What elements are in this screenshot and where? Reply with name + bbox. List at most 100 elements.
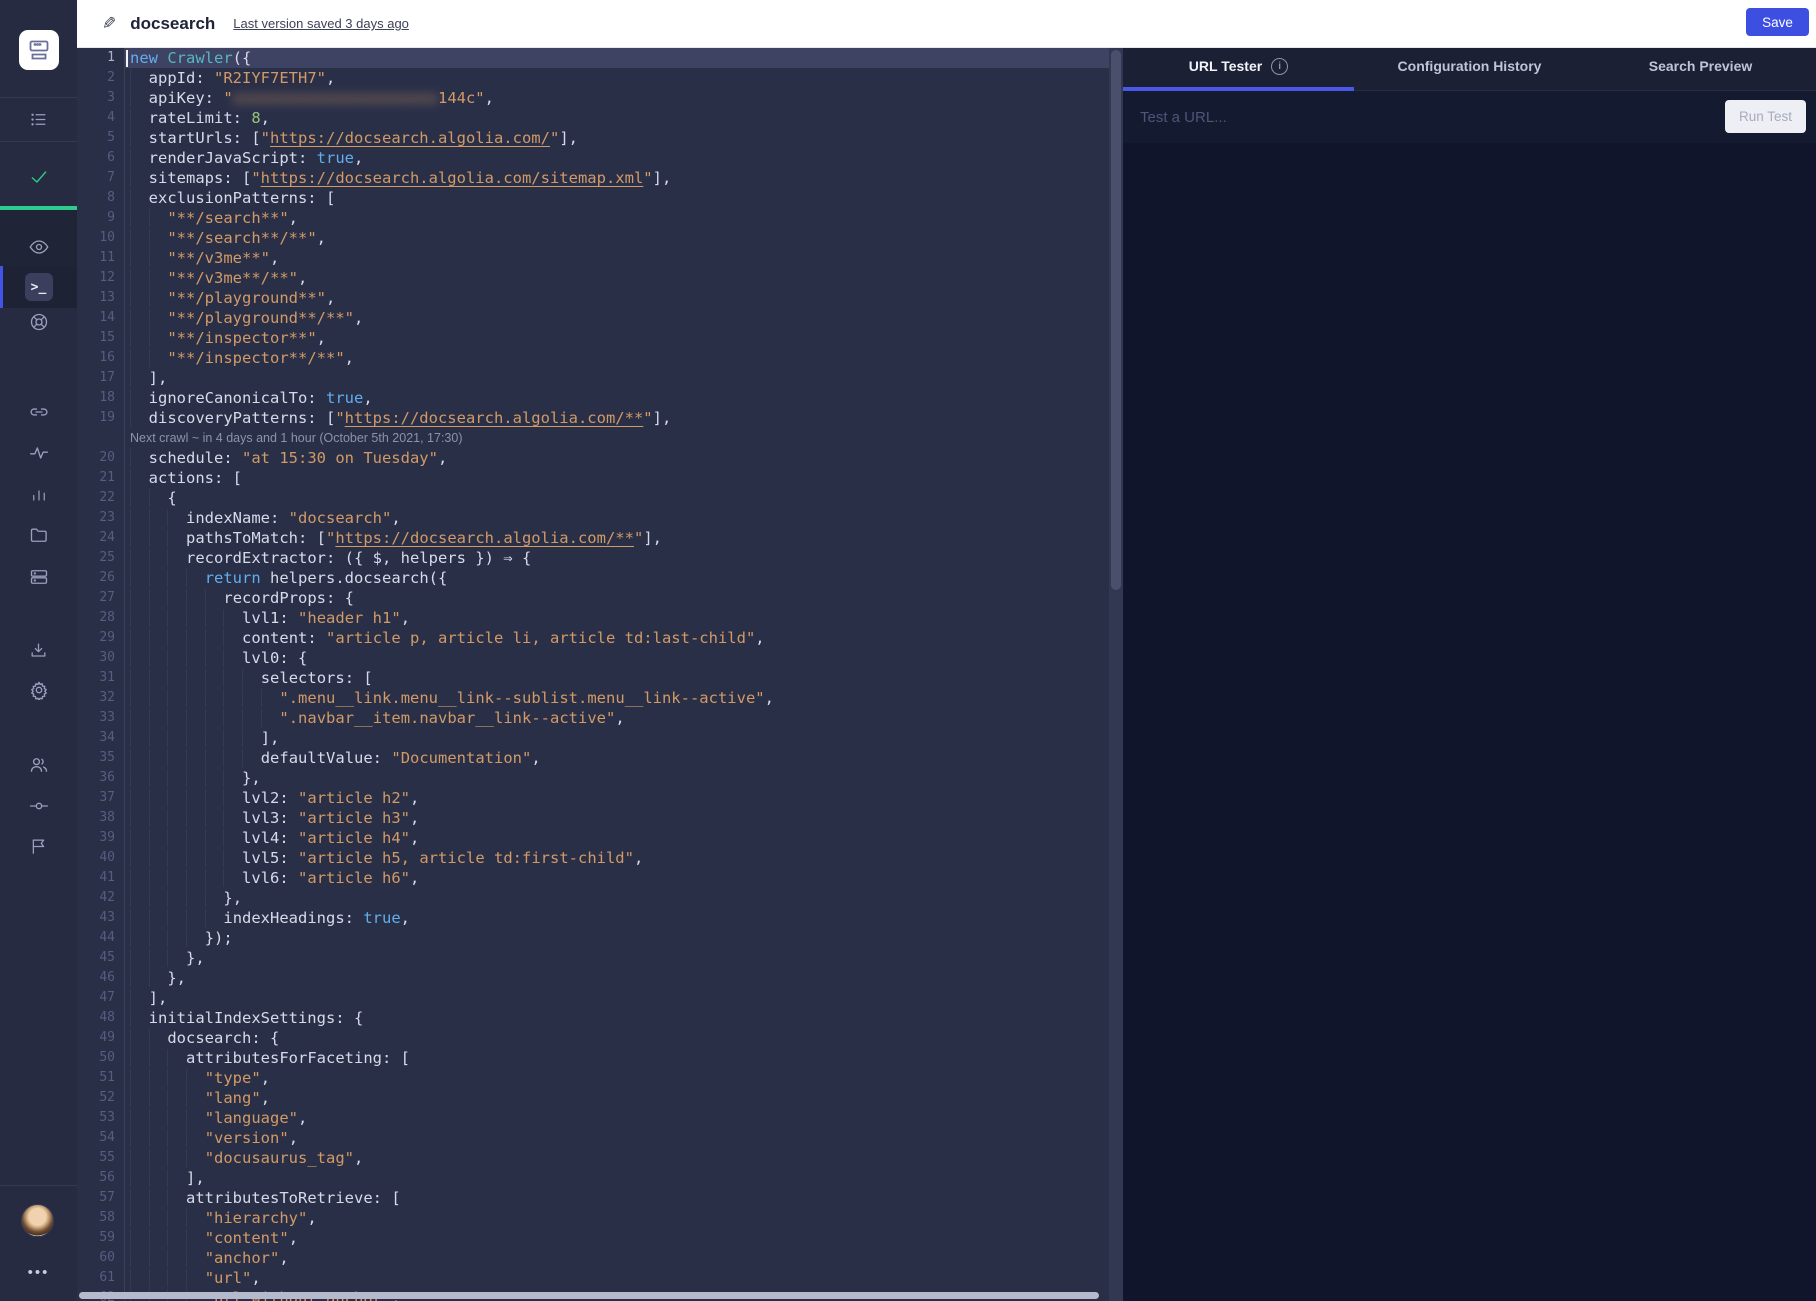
app-logo[interactable]	[19, 30, 59, 70]
code-line-28[interactable]: 28 lvl1: "header h1",	[77, 608, 1109, 628]
vertical-scrollbar-thumb[interactable]	[1111, 50, 1121, 590]
code-line-55[interactable]: 55 "docusaurus_tag",	[77, 1148, 1109, 1168]
code-line-7[interactable]: 7 sitemaps: ["https://docsearch.algolia.…	[77, 168, 1109, 188]
code-line-53[interactable]: 53 "language",	[77, 1108, 1109, 1128]
user-avatar[interactable]	[21, 1204, 54, 1237]
code-line-26[interactable]: 26 return helpers.docsearch({	[77, 568, 1109, 588]
code-line-48[interactable]: 48 initialIndexSettings: {	[77, 1008, 1109, 1028]
edit-name-pencil-icon[interactable]: ✎	[102, 14, 116, 34]
sidebar-item-link[interactable]	[0, 392, 77, 432]
code-line-21[interactable]: 21 actions: [	[77, 468, 1109, 488]
code-line-35[interactable]: 35 defaultValue: "Documentation",	[77, 748, 1109, 768]
code-line-54[interactable]: 54 "version",	[77, 1128, 1109, 1148]
code-line-43[interactable]: 43 indexHeadings: true,	[77, 908, 1109, 928]
save-button[interactable]: Save	[1746, 8, 1809, 36]
code-text: defaultValue: "Documentation",	[125, 748, 1109, 768]
line-number: 32	[77, 688, 125, 708]
code-line-3[interactable]: 3 apiKey: "xxxxxxxxxxxxxxxxxxxxxx144c",	[77, 88, 1109, 108]
code-line-9[interactable]: 9 "**/search**",	[77, 208, 1109, 228]
last-version-link[interactable]: Last version saved 3 days ago	[233, 16, 409, 31]
sidebar-item-flag[interactable]	[0, 826, 77, 866]
code-line-30[interactable]: 30 lvl0: {	[77, 648, 1109, 668]
code-line-61[interactable]: 61 "url",	[77, 1268, 1109, 1288]
code-text: recordExtractor: ({ $, helpers }) ⇒ {	[125, 548, 1109, 568]
code-line-37[interactable]: 37 lvl2: "article h2",	[77, 788, 1109, 808]
sidebar-item-download[interactable]	[0, 630, 77, 670]
sidebar-item-lifebuoy[interactable]	[0, 302, 77, 342]
code-line-29[interactable]: 29 content: "article p, article li, arti…	[77, 628, 1109, 648]
sidebar-item-list[interactable]	[0, 99, 77, 139]
code-line-44[interactable]: 44 });	[77, 928, 1109, 948]
tab-url-tester[interactable]: URL Testeri	[1123, 42, 1354, 90]
sidebar-item-users[interactable]	[0, 745, 77, 785]
info-icon[interactable]: i	[1271, 58, 1288, 75]
code-line-5[interactable]: 5 startUrls: ["https://docsearch.algolia…	[77, 128, 1109, 148]
sidebar-item-gear[interactable]	[0, 670, 77, 710]
code-line-15[interactable]: 15 "**/inspector**",	[77, 328, 1109, 348]
sidebar-item-terminal[interactable]: >_	[0, 267, 77, 307]
sidebar-item-check[interactable]	[0, 157, 77, 197]
code-line-12[interactable]: 12 "**/v3me**/**",	[77, 268, 1109, 288]
code-line-24[interactable]: 24 pathsToMatch: ["https://docsearch.alg…	[77, 528, 1109, 548]
test-url-input[interactable]	[1140, 91, 1700, 143]
code-line-45[interactable]: 45 },	[77, 948, 1109, 968]
code-line-56[interactable]: 56 ],	[77, 1168, 1109, 1188]
code-line-49[interactable]: 49 docsearch: {	[77, 1028, 1109, 1048]
code-line-47[interactable]: 47 ],	[77, 988, 1109, 1008]
editor-horizontal-scrollbar[interactable]	[79, 1292, 1099, 1299]
code-line-32[interactable]: 32 ".menu__link.menu__link--sublist.menu…	[77, 688, 1109, 708]
code-line-25[interactable]: 25 recordExtractor: ({ $, helpers }) ⇒ {	[77, 548, 1109, 568]
panel-tab-bar: URL TesteriConfiguration HistorySearch P…	[1123, 42, 1816, 91]
code-line-11[interactable]: 11 "**/v3me**",	[77, 248, 1109, 268]
code-line-2[interactable]: 2 appId: "R2IYF7ETH7",	[77, 68, 1109, 88]
code-line-41[interactable]: 41 lvl6: "article h6",	[77, 868, 1109, 888]
code-line-10[interactable]: 10 "**/search**/**",	[77, 228, 1109, 248]
code-line-51[interactable]: 51 "type",	[77, 1068, 1109, 1088]
code-line-59[interactable]: 59 "content",	[77, 1228, 1109, 1248]
code-line-42[interactable]: 42 },	[77, 888, 1109, 908]
code-line-27[interactable]: 27 recordProps: {	[77, 588, 1109, 608]
code-line-23[interactable]: 23 indexName: "docsearch",	[77, 508, 1109, 528]
code-line-4[interactable]: 4 rateLimit: 8,	[77, 108, 1109, 128]
tab-search-preview[interactable]: Search Preview	[1585, 42, 1816, 90]
tab-configuration-history[interactable]: Configuration History	[1354, 42, 1585, 90]
code-line-60[interactable]: 60 "anchor",	[77, 1248, 1109, 1268]
code-line-22[interactable]: 22 {	[77, 488, 1109, 508]
code-line-50[interactable]: 50 attributesForFaceting: [	[77, 1048, 1109, 1068]
code-line-16[interactable]: 16 "**/inspector**/**",	[77, 348, 1109, 368]
code-line-13[interactable]: 13 "**/playground**",	[77, 288, 1109, 308]
code-line-57[interactable]: 57 attributesToRetrieve: [	[77, 1188, 1109, 1208]
code-editor[interactable]: 1new Crawler({2 appId: "R2IYF7ETH7",3 ap…	[77, 48, 1123, 1301]
sidebar-item-git-commit[interactable]	[0, 786, 77, 826]
code-text: "**/v3me**",	[125, 248, 1109, 268]
code-line-34[interactable]: 34 ],	[77, 728, 1109, 748]
code-text: ".navbar__item.navbar__link--active",	[125, 708, 1109, 728]
code-line-20[interactable]: 20 schedule: "at 15:30 on Tuesday",	[77, 448, 1109, 468]
code-line-36[interactable]: 36 },	[77, 768, 1109, 788]
sidebar-item-activity[interactable]	[0, 433, 77, 473]
sidebar-item-folder[interactable]	[0, 515, 77, 555]
sidebar-divider	[0, 141, 77, 142]
code-line-17[interactable]: 17 ],	[77, 368, 1109, 388]
code-line-33[interactable]: 33 ".navbar__item.navbar__link--active",	[77, 708, 1109, 728]
run-test-button[interactable]: Run Test	[1725, 100, 1806, 133]
sidebar-item-bar-chart[interactable]	[0, 474, 77, 514]
code-line-19[interactable]: 19 discoveryPatterns: ["https://docsearc…	[77, 408, 1109, 428]
sidebar-overflow-menu[interactable]: •••	[0, 1264, 77, 1281]
code-line-38[interactable]: 38 lvl3: "article h3",	[77, 808, 1109, 828]
code-line-31[interactable]: 31 selectors: [	[77, 668, 1109, 688]
code-line-39[interactable]: 39 lvl4: "article h4",	[77, 828, 1109, 848]
code-line-18[interactable]: 18 ignoreCanonicalTo: true,	[77, 388, 1109, 408]
sidebar-item-server[interactable]	[0, 557, 77, 597]
code-line-14[interactable]: 14 "**/playground**/**",	[77, 308, 1109, 328]
code-line-52[interactable]: 52 "lang",	[77, 1088, 1109, 1108]
code-line-46[interactable]: 46 },	[77, 968, 1109, 988]
code-line-6[interactable]: 6 renderJavaScript: true,	[77, 148, 1109, 168]
code-line-40[interactable]: 40 lvl5: "article h5, article td:first-c…	[77, 848, 1109, 868]
code-line-1[interactable]: 1new Crawler({	[77, 48, 1109, 68]
code-line-58[interactable]: 58 "hierarchy",	[77, 1208, 1109, 1228]
code-line-8[interactable]: 8 exclusionPatterns: [	[77, 188, 1109, 208]
sidebar-item-eye[interactable]	[0, 227, 77, 267]
code-text: });	[125, 928, 1109, 948]
line-number: 4	[77, 108, 125, 128]
